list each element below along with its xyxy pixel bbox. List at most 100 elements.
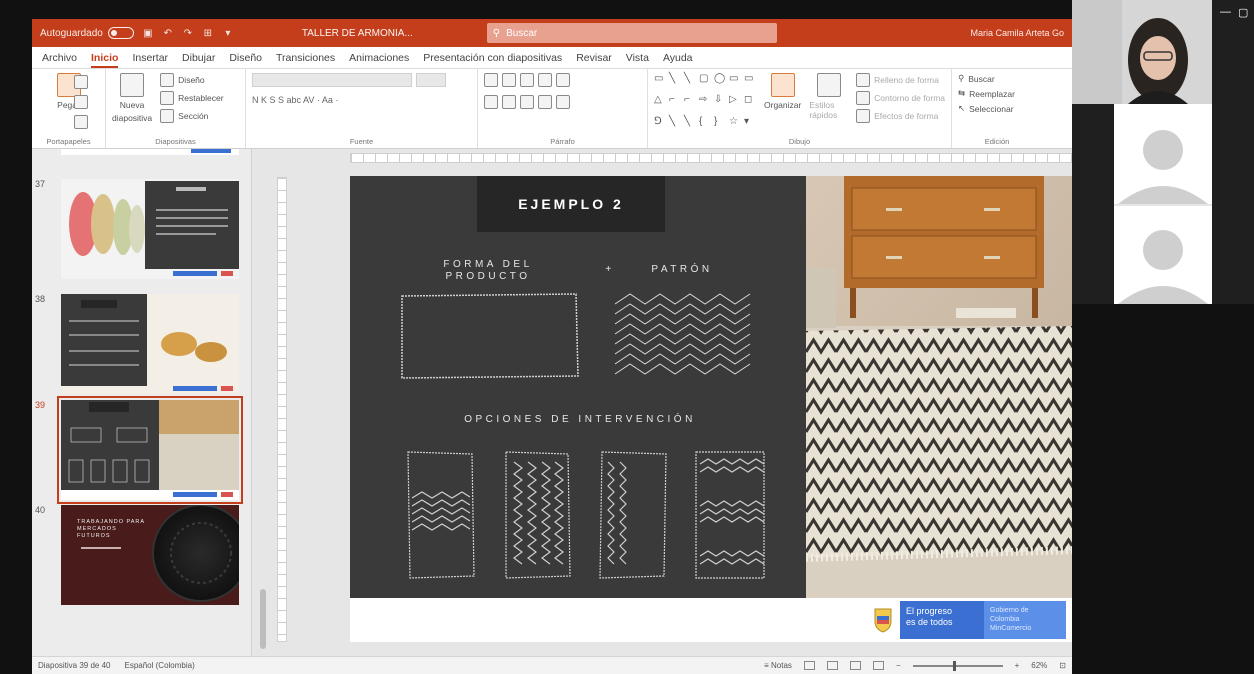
tab-insertar[interactable]: Insertar: [132, 52, 168, 68]
thumbnail-39-selected[interactable]: [57, 396, 243, 504]
shape-outline-button[interactable]: Contorno de forma: [856, 91, 945, 105]
fuente-label: Fuente: [349, 137, 374, 146]
numbering-icon[interactable]: [502, 73, 516, 87]
increase-indent-icon[interactable]: [538, 73, 552, 87]
tab-revisar[interactable]: Revisar: [576, 52, 612, 68]
tab-ayuda[interactable]: Ayuda: [663, 52, 693, 68]
gov-slogan: El progreso es de todos: [900, 601, 984, 639]
ribbon: Pegar Portapapeles Nueva diapositiva Dis…: [32, 69, 1072, 149]
document-title[interactable]: TALLER DE ARMONIA...: [302, 28, 413, 39]
search-box[interactable]: ⚲ Buscar: [486, 23, 777, 43]
undo-icon[interactable]: ↶: [162, 27, 174, 39]
font-size-combo[interactable]: [416, 73, 446, 87]
section-icon: [160, 109, 175, 123]
gov-slogan-line-2: es de todos: [906, 617, 953, 627]
caption-intervention-options[interactable]: OPCIONES DE INTERVENCIÓN: [410, 414, 750, 426]
bullets-icon[interactable]: [484, 73, 498, 87]
font-format-buttons[interactable]: N K S S abc AV · Aa ·: [252, 95, 471, 105]
user-name[interactable]: Maria Camila Arteta Go: [970, 28, 1064, 38]
arrange-button[interactable]: Organizar: [764, 73, 801, 134]
shape-fill-icon: [856, 73, 871, 87]
save-icon[interactable]: ▣: [142, 27, 154, 39]
vertical-ruler: [277, 177, 287, 642]
tab-dibujar[interactable]: Dibujar: [182, 52, 215, 68]
decrease-indent-icon[interactable]: [520, 73, 534, 87]
align-right-icon[interactable]: [520, 95, 534, 109]
redo-icon[interactable]: ↷: [182, 27, 194, 39]
notes-button[interactable]: ≡ Notas: [764, 661, 792, 670]
select-label: Seleccionar: [969, 103, 1014, 114]
tab-vista[interactable]: Vista: [626, 52, 649, 68]
thumbnail-40-text: TRABAJANDO PARA MERCADOS FUTUROS: [77, 519, 145, 539]
tab-inicio[interactable]: Inicio: [91, 52, 119, 68]
new-slide-label: Nueva: [119, 100, 145, 110]
language[interactable]: Español (Colombia): [125, 661, 195, 670]
text-direction-icon[interactable]: [556, 73, 570, 87]
align-left-icon[interactable]: [484, 95, 498, 109]
shape-fill-button[interactable]: Relleno de forma: [856, 73, 945, 87]
tab-animaciones[interactable]: Animaciones: [349, 52, 409, 68]
product-form-rectangle: [401, 293, 579, 379]
thumbnails-scrollbar[interactable]: [258, 149, 268, 656]
justify-icon[interactable]: [538, 95, 552, 109]
align-center-icon[interactable]: [502, 95, 516, 109]
shapes-gallery[interactable]: ▭ ╲ ╲ ▢ ◯ ▭ ▭ △ ⌐ ⌐ ⇨ ⇩ ▷ ◻ ⅁ ╲ ╲{} ☆ ▾: [654, 73, 756, 134]
fit-slide-icon[interactable]: ⊡: [1059, 661, 1066, 670]
copy-icon[interactable]: [74, 95, 88, 109]
columns-icon[interactable]: [556, 95, 570, 109]
tab-presentación-con-diapositivas[interactable]: Presentación con diapositivas: [423, 52, 562, 68]
quick-styles-button[interactable]: Estilos rápidos: [809, 73, 848, 134]
zoom-in-icon[interactable]: +: [1015, 661, 1020, 670]
notes-label: Notas: [771, 661, 792, 670]
minimize-icon[interactable]: —: [1220, 6, 1231, 18]
gov-ministry: Gobierno de Colombia MinComercio: [984, 601, 1066, 639]
section-button[interactable]: Sección: [160, 109, 223, 123]
new-slide-button[interactable]: Nueva diapositiva: [112, 73, 152, 134]
presentation-icon[interactable]: ⊞: [202, 27, 214, 39]
new-slide-icon: [120, 73, 145, 97]
thumbnail-partial[interactable]: [61, 149, 239, 155]
layout-button[interactable]: Diseño: [160, 73, 223, 87]
reading-view-icon[interactable]: [849, 661, 861, 670]
quick-styles-icon: [816, 73, 841, 97]
thumbnail-38[interactable]: [61, 294, 239, 394]
search-placeholder: Buscar: [506, 27, 538, 39]
normal-view-icon[interactable]: [803, 661, 815, 670]
tab-transiciones[interactable]: Transiciones: [276, 52, 335, 68]
cut-icon[interactable]: [74, 75, 88, 89]
pattern-zigzag: [614, 293, 751, 375]
restore-icon[interactable]: ▢: [1238, 6, 1248, 19]
participant-video[interactable]: [1072, 0, 1212, 104]
rug-photo[interactable]: [806, 176, 1072, 598]
tab-diseño[interactable]: Diseño: [229, 52, 262, 68]
select-button[interactable]: ↖ Seleccionar: [958, 103, 1036, 114]
dibujo-label: Dibujo: [788, 137, 811, 146]
zoom-out-icon[interactable]: −: [896, 661, 901, 670]
reset-button[interactable]: Restablecer: [160, 91, 224, 105]
replace-button[interactable]: ⇆ Reemplazar: [958, 88, 1036, 99]
scroll-thumb[interactable]: [260, 589, 266, 649]
new-slide-label-2: diapositiva: [112, 113, 153, 123]
shape-effects-button[interactable]: Efectos de forma: [856, 109, 945, 123]
autosave-toggle[interactable]: Autoguardado: [40, 27, 134, 39]
tab-archivo[interactable]: Archivo: [42, 52, 77, 68]
thumbnail-37[interactable]: [61, 179, 239, 279]
slideshow-icon[interactable]: [872, 661, 884, 670]
intervention-option-4: [695, 451, 765, 579]
zoom-slider[interactable]: [912, 660, 1003, 671]
find-button[interactable]: ⚲ Buscar: [958, 73, 1036, 84]
customize-icon[interactable]: ▾: [222, 27, 234, 39]
search-icon: ⚲: [492, 27, 501, 39]
thumb-number-40: 40: [35, 505, 46, 515]
gov-logo-block: El progreso es de todos Gobierno de Colo…: [866, 601, 1066, 639]
slide-illustrations: [401, 293, 765, 579]
slide-sorter-icon[interactable]: [826, 661, 838, 670]
edicion-label: Edición: [984, 137, 1010, 146]
font-family-combo[interactable]: [252, 73, 412, 87]
thumbnail-40[interactable]: TRABAJANDO PARA MERCADOS FUTUROS: [61, 505, 239, 605]
slide-canvas[interactable]: EJEMPLO 2 FORMA DEL PRODUCTO + PATRÓN OP…: [350, 176, 1072, 642]
intervention-option-2: [505, 451, 571, 579]
zoom-level[interactable]: 62%: [1031, 661, 1047, 670]
paste-button[interactable]: Pegar: [38, 73, 99, 110]
format-painter-icon[interactable]: [74, 115, 88, 129]
